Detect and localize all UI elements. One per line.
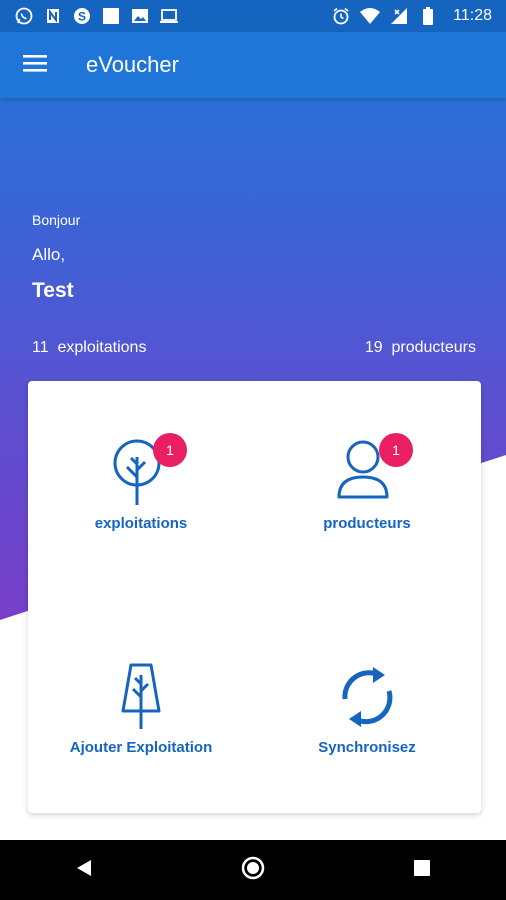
tile-ajouter-exploitation[interactable]: Ajouter Exploitation [28,597,254,813]
exploitations-badge: 1 [153,433,187,467]
square-icon [101,6,121,26]
tile-exploitations[interactable]: 1 exploitations [28,381,254,597]
tile-label-exploitations: exploitations [94,515,188,532]
producteurs-badge: 1 [379,433,413,467]
home-icon [241,856,265,885]
greeting-allo: Allo, [32,245,66,264]
greeting-label: Bonjour [32,212,81,228]
app-title: eVoucher [86,52,179,77]
whatsapp-icon [14,6,34,26]
sync-icon [327,661,407,731]
n-icon [43,6,63,26]
laptop-icon [159,6,179,26]
menu-button[interactable] [18,48,52,82]
home-button[interactable] [233,850,273,890]
back-icon [75,858,93,883]
app-bar: eVoucher [0,32,506,98]
recents-icon [413,859,431,882]
alarm-icon [331,6,351,26]
status-time: 11:28 [453,7,492,24]
producteurs-count: 19 producteurs [364,339,476,356]
user-icon: 1 [327,433,413,507]
recents-button[interactable] [402,850,442,890]
tile-producteurs[interactable]: 1 producteurs [254,381,480,597]
battery-icon [418,6,438,26]
signal-icon [389,6,409,26]
wifi-icon [360,6,381,26]
tile-label-producteurs: producteurs [323,515,411,532]
system-nav-bar [0,840,506,900]
tile-label-synchronisez: Synchronisez [318,739,416,756]
tree-icon: 1 [101,433,187,507]
tile-label-ajouter-exploitation: Ajouter Exploitation [69,739,213,756]
image-icon [130,6,150,26]
skype-icon: S [72,6,92,26]
back-button[interactable] [64,850,104,890]
dashboard-card: 1 exploitations 1 producteurs Ajouter Ex… [28,381,481,813]
exploitations-count: 11 exploitations [32,339,147,356]
svg-text:S: S [78,10,86,24]
status-bar: S 11:28 [0,0,506,32]
menu-icon [23,53,47,78]
add-tree-icon [101,661,181,731]
tile-synchronisez[interactable]: Synchronisez [254,597,480,813]
user-name: Test [32,279,74,302]
